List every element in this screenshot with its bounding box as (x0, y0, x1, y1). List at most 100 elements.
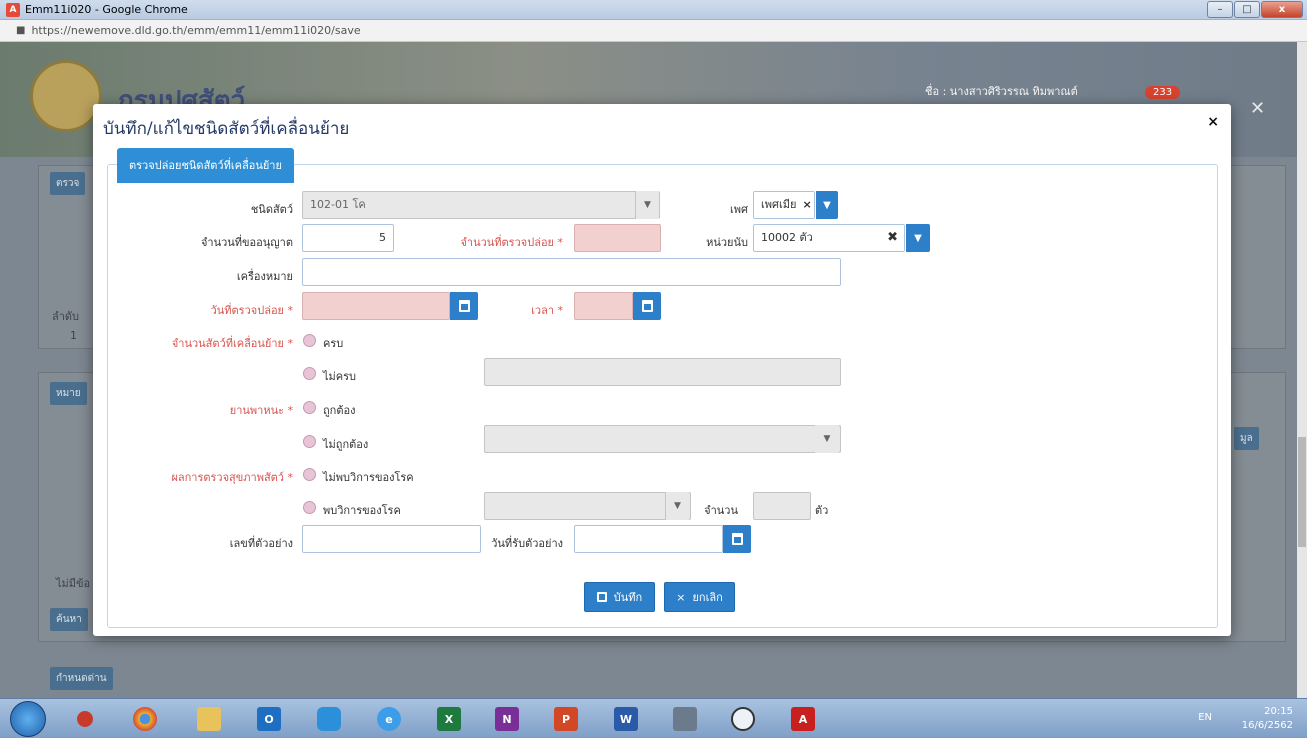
pin-icon[interactable] (62, 703, 108, 735)
onenote-icon[interactable]: N (484, 703, 530, 735)
notification-badge[interactable]: 233 (1145, 86, 1181, 99)
bg-search-button: ค้นหา (50, 608, 88, 631)
vehicle-label: ยานพาหนะ * (229, 404, 293, 417)
folder-icon[interactable] (186, 703, 232, 735)
correct-label: ถูกต้อง (323, 404, 356, 417)
incorrect-reason-select[interactable] (484, 425, 841, 453)
tab-release-check[interactable]: ตรวจปล่อยชนิดสัตว์ที่เคลื่อนย้าย (117, 148, 294, 183)
animal-type-value: 102-01 โค (310, 198, 366, 211)
powerpoint-icon[interactable]: P (543, 703, 589, 735)
address-bar[interactable]: ■ https://newemove.dld.go.th/emm/emm11/e… (0, 20, 1307, 42)
ie-icon[interactable]: e (366, 703, 412, 735)
chevron-down-icon[interactable]: ▼ (635, 191, 659, 219)
clock-time: 20:15 (1264, 706, 1293, 717)
windows-taskbar: O e X N P W A EN 20:15 16/6/2562 (0, 698, 1307, 738)
complete-label: ครบ (323, 337, 344, 350)
scrollbar-thumb[interactable] (1298, 437, 1306, 547)
incomplete-label: ไม่ครบ (323, 370, 357, 383)
chrome-icon[interactable] (122, 703, 168, 735)
app-icon: A (6, 2, 20, 17)
chevron-down-icon[interactable]: ▼ (665, 492, 689, 520)
lock-icon: ■ (16, 25, 26, 36)
cancel-label: ยกเลิก (692, 591, 723, 604)
save-button[interactable]: บันทึก (584, 582, 655, 612)
sample-calendar-icon[interactable] (723, 525, 751, 553)
mark-input[interactable] (302, 258, 841, 286)
incorrect-radio[interactable] (303, 435, 316, 448)
outlook-icon[interactable]: O (246, 703, 292, 735)
count-unit: ตัว (815, 504, 829, 517)
animal-type-select[interactable]: 102-01 โค (302, 191, 660, 219)
printer-icon[interactable] (662, 703, 708, 735)
released-qty-input[interactable] (574, 224, 661, 252)
requested-qty-label: จำนวนที่ขออนุญาต (200, 236, 293, 249)
window-controls: – □ x (1207, 1, 1303, 18)
system-clock[interactable]: 20:15 16/6/2562 (1242, 705, 1293, 733)
clock-calendar-icon[interactable] (633, 292, 661, 320)
bg-checkpoint-button: กำหนดด่าน (50, 667, 113, 690)
unit-select[interactable]: 10002 ตัว ✖ (753, 224, 905, 252)
symptom-label: พบวิการของโรค (323, 504, 401, 517)
no-symptom-label: ไม่พบวิการของโรค (323, 471, 414, 484)
time-label: เวลา * (531, 304, 563, 317)
window-close-button[interactable]: x (1261, 1, 1303, 18)
start-button[interactable] (10, 701, 46, 737)
edit-animal-modal: บันทึก/แก้ไขชนิดสัตว์ที่เคลื่อนย้าย × ตร… (93, 104, 1231, 636)
bg-tab-check: ตรวจ (50, 172, 86, 195)
url-text[interactable]: https://newemove.dld.go.th/emm/emm11/emm… (31, 24, 360, 37)
no-symptom-radio[interactable] (303, 468, 316, 481)
count-label: จำนวน (704, 504, 738, 517)
sex-dropdown-icon[interactable]: ▼ (816, 191, 838, 219)
symptom-select[interactable] (484, 492, 691, 520)
sample-date-label: วันที่รับตัวอย่าง (491, 537, 563, 550)
maximize-button[interactable]: □ (1234, 1, 1260, 18)
cancel-icon: × (676, 590, 686, 604)
sample-no-input[interactable] (302, 525, 481, 553)
sex-select[interactable]: เพศเมีย × (753, 191, 815, 219)
incomplete-detail-input[interactable] (484, 358, 841, 386)
released-qty-label: จำนวนที่ตรวจปล่อย * (460, 236, 563, 249)
window-title: Emm11i020 - Google Chrome (25, 3, 188, 16)
bg-row-num: 1 (70, 329, 77, 342)
acrobat-icon[interactable]: A (780, 703, 826, 735)
clear-unit-icon[interactable]: ✖ (887, 225, 898, 251)
sex-value: เพศเมีย (761, 198, 797, 211)
bg-tab-mark: หมาย (50, 382, 87, 405)
time-input[interactable] (574, 292, 633, 320)
language-indicator[interactable]: EN (1198, 712, 1212, 723)
clock-app-icon[interactable] (720, 703, 766, 735)
cancel-button[interactable]: × ยกเลิก (664, 582, 735, 612)
sample-no-label: เลขที่ตัวอย่าง (229, 537, 293, 550)
window-titlebar: A Emm11i020 - Google Chrome – □ x (0, 0, 1307, 20)
unit-label: หน่วยนับ (706, 236, 748, 249)
page-scrollbar[interactable] (1297, 42, 1307, 698)
mark-label: เครื่องหมาย (236, 270, 293, 283)
incorrect-label: ไม่ถูกต้อง (323, 438, 369, 451)
sample-date-input[interactable] (574, 525, 723, 553)
clear-sex-icon[interactable]: × (802, 198, 811, 211)
bg-right-button: มูล (1234, 427, 1259, 450)
modal-title: บันทึก/แก้ไขชนิดสัตว์ที่เคลื่อนย้าย (103, 119, 350, 139)
modal-close-icon[interactable]: × (1207, 114, 1219, 130)
correct-radio[interactable] (303, 401, 316, 414)
chevron-down-icon[interactable]: ▼ (815, 425, 839, 453)
animal-type-label: ชนิดสัตว์ (250, 203, 293, 216)
moved-qty-label: จำนวนสัตว์ที่เคลื่อนย้าย * (171, 337, 293, 350)
complete-radio[interactable] (303, 334, 316, 347)
user-name: ชื่อ : นางสาวศิริวรรณ ทิมพาณต์ (925, 85, 1078, 98)
incomplete-radio[interactable] (303, 367, 316, 380)
calendar-icon[interactable] (450, 292, 478, 320)
unit-dropdown-icon[interactable]: ▼ (906, 224, 930, 252)
bg-no-data: ไม่มีข้อ (56, 577, 91, 590)
symptom-radio[interactable] (303, 501, 316, 514)
word-icon[interactable]: W (603, 703, 649, 735)
minimize-button[interactable]: – (1207, 1, 1233, 18)
health-label: ผลการตรวจสุขภาพสัตว์ * (171, 471, 293, 484)
unit-value: 10002 ตัว (761, 231, 813, 244)
count-input[interactable] (753, 492, 811, 520)
release-date-input[interactable] (302, 292, 450, 320)
requested-qty-input[interactable]: 5 (302, 224, 394, 252)
media-player-icon[interactable] (306, 703, 352, 735)
excel-icon[interactable]: X (426, 703, 472, 735)
floppy-icon (596, 592, 607, 602)
